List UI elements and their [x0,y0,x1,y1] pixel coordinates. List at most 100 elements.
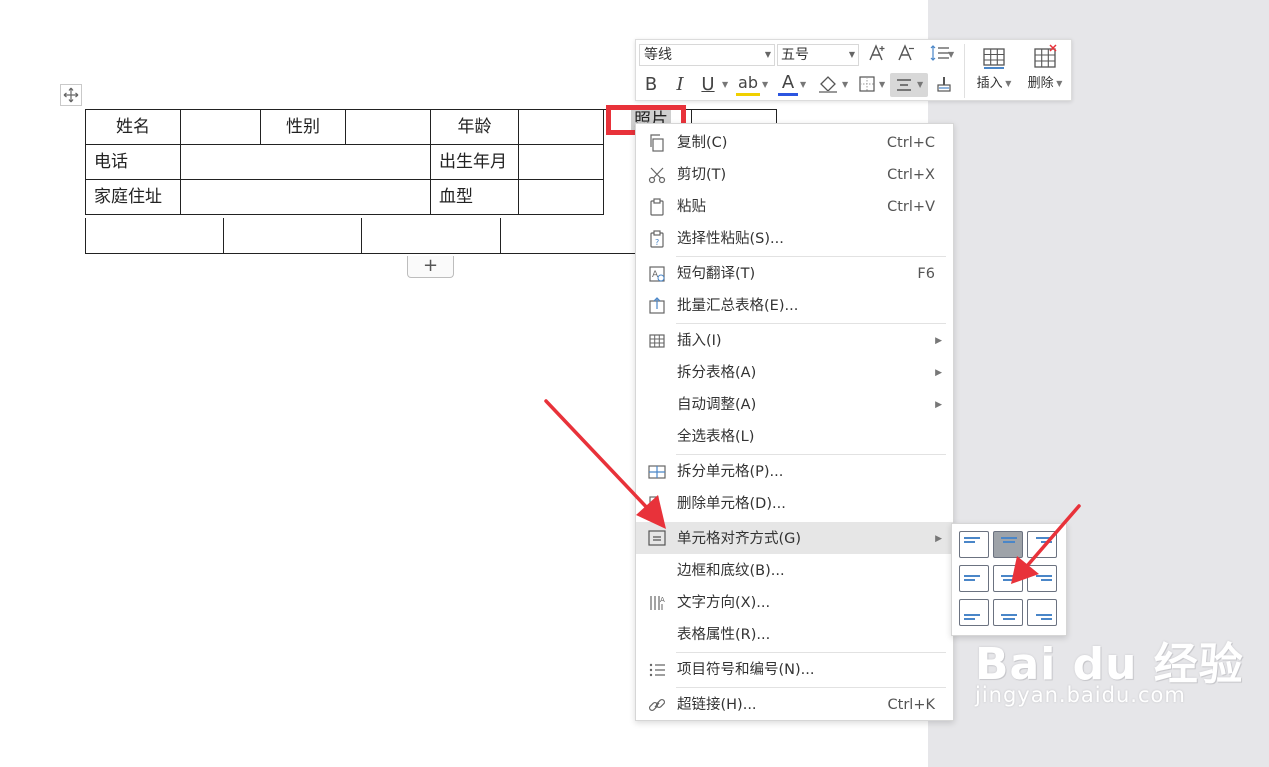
font-size-select[interactable]: 五号 ▼ [777,44,859,66]
menu-item-table-properties[interactable]: 表格属性(R)... [636,619,953,650]
align-middle-left-button[interactable] [959,565,989,592]
menu-item-label: 文字方向(X)... [677,595,771,611]
chevron-down-icon: ▼ [722,80,729,89]
table-cell[interactable] [518,179,604,215]
chevron-down-icon: ▼ [1002,79,1012,88]
table-cell[interactable] [180,179,431,215]
insert-button[interactable]: 插入 ▼ [971,42,1017,100]
context-menu: 复制(C) Ctrl+C 剪切(T) Ctrl+X 粘贴 Ctrl+V ? 选择… [635,123,954,721]
font-color-button[interactable]: A [778,73,798,96]
table-cell[interactable]: 血型 [430,179,519,215]
bold-button[interactable]: B [641,73,661,97]
menu-item-cell-alignment[interactable]: 单元格对齐方式(G) ▶ [636,522,953,554]
font-increase-icon [869,44,885,61]
batch-summary-icon [649,297,665,314]
line-spacing-button[interactable]: ▼ [923,43,957,67]
font-decrease-icon [898,44,914,61]
menu-item-shortcut: Ctrl+X [887,167,935,183]
copy-icon [650,134,664,152]
border-button[interactable] [856,74,878,98]
menu-separator [676,454,946,455]
menu-item-label: 单元格对齐方式(G) [677,531,802,547]
menu-item-cut[interactable]: 剪切(T) Ctrl+X [636,159,953,190]
increase-font-button[interactable] [866,43,888,67]
table-cell[interactable]: 年龄 [430,109,519,145]
table-cell[interactable] [180,144,431,180]
align-bottom-left-button[interactable] [959,599,989,626]
table-cell[interactable] [85,218,224,254]
decrease-font-button[interactable] [895,43,917,67]
text-direction-icon: A [650,596,665,610]
table-move-handle[interactable] [60,84,82,106]
menu-item-delete-cell[interactable]: 删除单元格(D)... [636,488,953,519]
border-icon [859,76,875,92]
add-row-button[interactable]: + [407,256,454,278]
table-cell[interactable] [518,144,604,180]
format-painter-icon [937,77,951,92]
table-cell[interactable] [345,109,431,145]
watermark-url: jingyan.baidu.com [975,683,1186,707]
highlight-button[interactable]: ab [736,73,760,96]
delete-button[interactable]: 删除 ▼ [1022,42,1068,100]
chevron-down-icon: ▼ [948,50,955,59]
align-dropdown-button[interactable]: ▼ [890,73,928,97]
table-cell[interactable] [518,109,604,145]
font-size-value: 五号 [781,47,809,63]
menu-item-label: 复制(C) [677,135,728,151]
menu-item-label: 删除单元格(D)... [677,496,786,512]
table-cell[interactable] [362,218,501,254]
italic-button[interactable]: I [670,73,690,97]
table-insert-icon [983,48,1005,69]
table-cell[interactable]: 出生年月 [430,144,519,180]
table-cell[interactable] [501,218,636,254]
menu-separator [676,687,946,688]
menu-item-split-cell[interactable]: 拆分单元格(P)... [636,456,953,487]
menu-item-batch-summary[interactable]: 批量汇总表格(E)... [636,290,953,321]
menu-item-paste-special[interactable]: ? 选择性粘贴(S)... [636,223,953,254]
menu-item-select-table[interactable]: 全选表格(L) [636,421,953,452]
menu-item-borders-shading[interactable]: 边框和底纹(B)... [636,555,953,586]
menu-item-label: 剪切(T) [677,167,727,183]
menu-item-label: 批量汇总表格(E)... [677,298,799,314]
table-cell[interactable] [224,218,362,254]
chevron-down-icon: ▼ [1053,79,1063,88]
table-cell[interactable] [180,109,261,145]
menu-item-label: 选择性粘贴(S)... [677,231,784,247]
table-delete-icon [1034,44,1057,68]
menu-item-label: 边框和底纹(B)... [677,563,785,579]
menu-item-insert[interactable]: 插入(I) ▶ [636,325,953,356]
chevron-right-icon: ▶ [935,400,942,410]
font-name-select[interactable]: 等线 ▼ [639,44,775,66]
menu-item-auto-fit[interactable]: 自动调整(A) ▶ [636,389,953,420]
chevron-down-icon: ▼ [917,80,924,89]
menu-separator [676,652,946,653]
chevron-right-icon: ▶ [935,368,942,378]
table-cell[interactable]: 家庭住址 [85,179,181,215]
align-top-left-button[interactable] [959,531,989,558]
shading-button[interactable] [816,74,840,98]
insert-label: 插入 [976,76,1003,91]
menu-item-copy[interactable]: 复制(C) Ctrl+C [636,127,953,158]
table-cell[interactable]: 姓名 [85,109,181,145]
menu-separator [676,323,946,324]
menu-item-hyperlink[interactable]: 超链接(H)... Ctrl+K [636,689,953,720]
align-bottom-right-button[interactable] [1027,599,1057,626]
chevron-down-icon: ▼ [842,80,849,89]
table-cell[interactable]: 性别 [260,109,346,145]
menu-item-translate[interactable]: A 短句翻译(T) F6 [636,258,953,289]
paint-bucket-icon [819,76,837,93]
menu-item-split-table[interactable]: 拆分表格(A) ▶ [636,357,953,388]
chevron-down-icon: ▼ [848,50,855,59]
menu-item-text-direction[interactable]: A 文字方向(X)... [636,587,953,618]
table-cell[interactable]: 电话 [85,144,181,180]
menu-item-bullets-numbering[interactable]: 项目符号和编号(N)... [636,654,953,685]
format-painter-button[interactable] [933,74,955,98]
menu-item-shortcut: Ctrl+C [886,135,935,151]
link-icon [648,698,666,712]
align-bottom-center-button[interactable] [993,599,1023,626]
menu-item-shortcut: Ctrl+K [887,697,935,713]
underline-button[interactable]: U [698,73,718,97]
table-row: 姓名 性别 年龄 [85,109,604,145]
menu-item-paste[interactable]: 粘贴 Ctrl+V [636,191,953,222]
toolbar-divider [964,44,965,98]
